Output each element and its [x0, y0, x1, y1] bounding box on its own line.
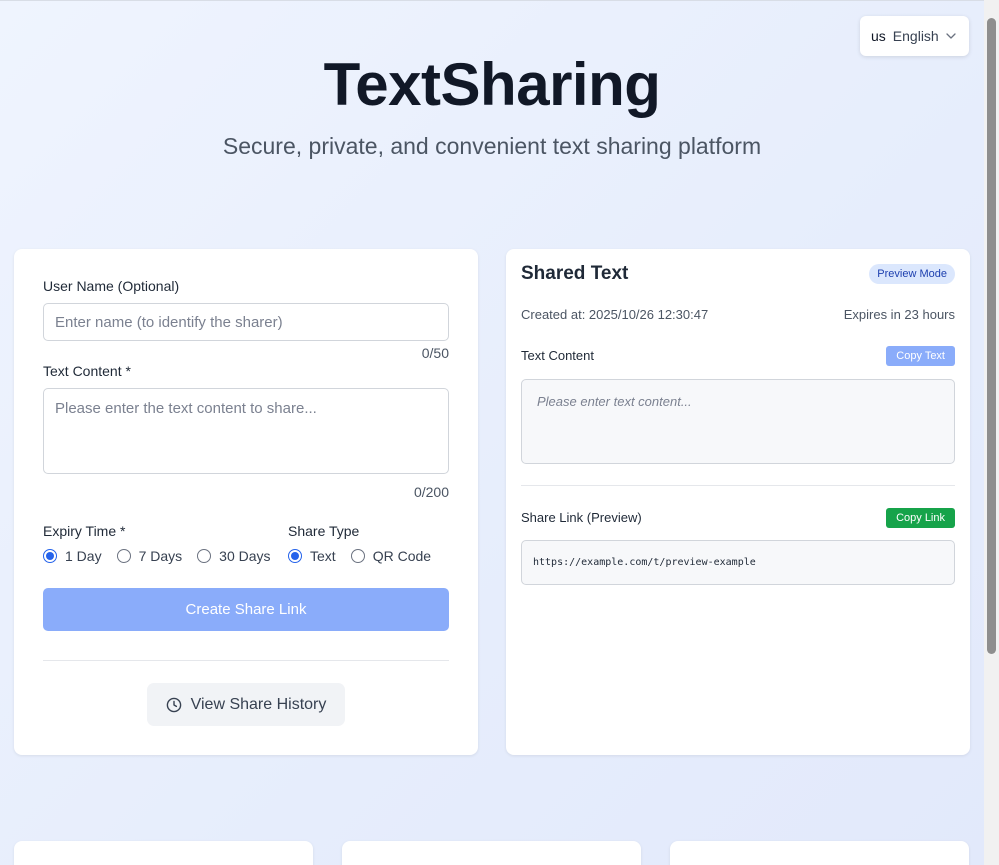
expiry-option-1-day[interactable]: 1 Day — [43, 548, 102, 564]
clock-icon — [166, 697, 181, 712]
preview-mode-badge: Preview Mode — [869, 264, 955, 284]
flag-icon: us — [871, 28, 886, 44]
language-label: English — [892, 28, 939, 44]
page-subtitle: Secure, private, and convenient text sha… — [222, 133, 762, 159]
create-share-link-button[interactable]: Create Share Link — [43, 588, 449, 631]
expiry-option-7-days[interactable]: 7 Days — [116, 548, 183, 564]
share-type-label: Share Type — [288, 523, 360, 539]
create-share-card: User Name (Optional) 0/50 Text Content *… — [14, 249, 478, 755]
preview-content-label: Text Content — [521, 348, 594, 363]
shared-text-preview-card: Shared Text Preview Mode Created at: 202… — [506, 249, 970, 755]
divider — [521, 485, 955, 486]
username-label: User Name (Optional) — [43, 278, 180, 294]
preview-title: Shared Text — [521, 263, 629, 284]
expiry-option-30-days[interactable]: 30 Days — [197, 548, 271, 564]
preview-content-box: Please enter text content... — [521, 379, 955, 464]
feature-card-3 — [670, 841, 969, 865]
radio-button[interactable] — [197, 549, 212, 563]
share-link-box: https://example.com/t/preview-example — [521, 540, 955, 585]
history-button-label: View Share History — [190, 695, 327, 713]
copy-text-button[interactable]: Copy Text — [886, 346, 955, 366]
radio-button[interactable] — [350, 549, 365, 563]
feature-card-1 — [14, 841, 313, 865]
radio-button[interactable] — [288, 549, 302, 563]
radio-button[interactable] — [116, 549, 131, 563]
radio-label: 1 Day — [65, 548, 102, 564]
share-type-option-text[interactable]: Text — [288, 548, 336, 564]
divider — [43, 660, 449, 661]
share-type-radio-group: Text QR Code — [288, 548, 446, 564]
feature-card-2 — [342, 841, 641, 865]
scrollbar[interactable] — [984, 0, 999, 865]
created-at-text: Created at: 2025/10/26 12:30:47 — [521, 307, 709, 322]
content-counter: 0/200 — [413, 484, 449, 500]
radio-label: 30 Days — [219, 548, 271, 564]
radio-label: Text — [310, 548, 336, 564]
expires-text: Expires in 23 hours — [843, 307, 955, 322]
content-label: Text Content * — [43, 363, 131, 379]
username-input[interactable] — [43, 303, 449, 341]
radio-button[interactable] — [43, 549, 57, 563]
scrollbar-thumb[interactable] — [987, 18, 996, 654]
share-type-option-qr-code[interactable]: QR Code — [350, 548, 432, 564]
radio-label: 7 Days — [138, 548, 183, 564]
share-link-label: Share Link (Preview) — [521, 510, 642, 525]
copy-link-button[interactable]: Copy Link — [886, 508, 955, 528]
radio-label: QR Code — [372, 548, 432, 564]
expiry-label: Expiry Time * — [43, 523, 126, 539]
view-share-history-button[interactable]: View Share History — [147, 683, 345, 726]
username-counter: 0/50 — [421, 345, 449, 361]
expiry-radio-group: 1 Day 7 Days 30 Days — [43, 548, 286, 564]
page-title: TextSharing — [323, 51, 661, 118]
chevron-down-icon — [946, 33, 956, 39]
top-border — [0, 0, 999, 1]
content-textarea[interactable] — [43, 388, 449, 474]
